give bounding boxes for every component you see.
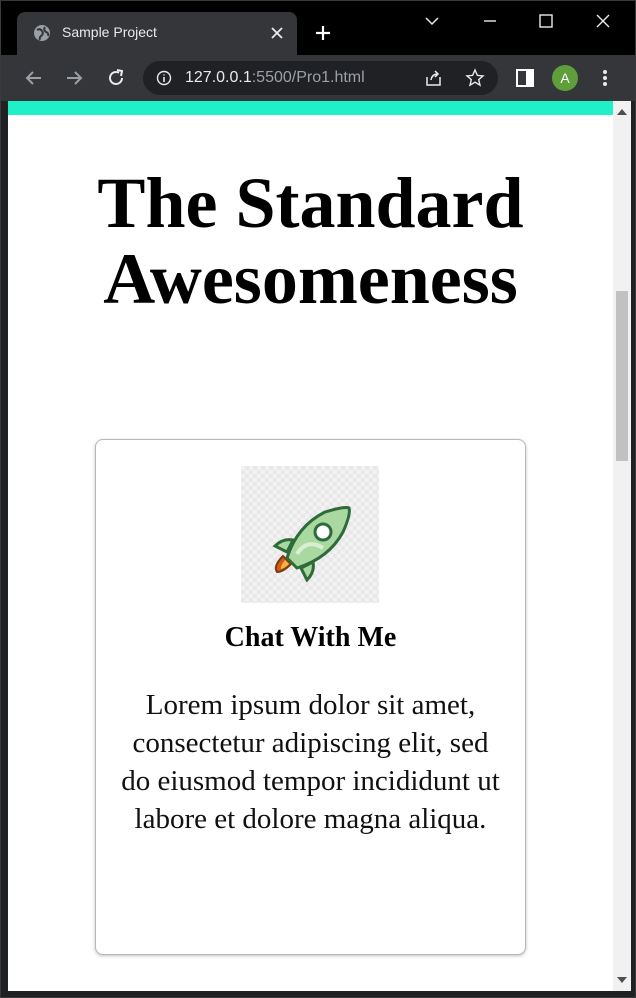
feature-card: Chat With Me Lorem ipsum dolor sit amet,…	[95, 439, 526, 955]
star-icon[interactable]	[465, 68, 485, 88]
forward-arrow-icon[interactable]	[63, 67, 85, 89]
reload-icon[interactable]	[105, 67, 127, 89]
kebab-menu-icon[interactable]	[594, 67, 616, 89]
scrollbar[interactable]	[613, 101, 631, 991]
maximize-icon[interactable]	[536, 11, 556, 31]
url-path: :5500/Pro1.html	[251, 69, 365, 86]
page-viewport: The Standard Awesomeness Chat With Me Lo…	[8, 101, 613, 991]
chevron-down-icon[interactable]	[422, 11, 442, 31]
rocket-icon	[272, 506, 351, 582]
close-icon[interactable]	[269, 25, 285, 41]
url-text: 127.0.0.1:5500/Pro1.html	[185, 69, 365, 87]
scroll-up-arrow-icon[interactable]	[617, 107, 627, 115]
scroll-down-arrow-icon[interactable]	[617, 977, 627, 985]
accent-bar	[8, 101, 613, 115]
scroll-thumb[interactable]	[616, 291, 628, 461]
card-image	[241, 466, 379, 603]
page-title: The Standard Awesomeness	[8, 165, 613, 317]
window-close-icon[interactable]	[593, 11, 613, 31]
avatar[interactable]: A	[552, 65, 578, 91]
plus-icon[interactable]	[313, 23, 333, 43]
page-title-line-1: The Standard	[97, 163, 524, 243]
info-icon[interactable]	[156, 70, 172, 86]
card-text: Lorem ipsum dolor sit amet, consectetur …	[121, 689, 500, 835]
minimize-icon[interactable]	[480, 11, 500, 31]
address-bar[interactable]: 127.0.0.1:5500/Pro1.html	[143, 61, 498, 95]
globe-icon	[34, 25, 50, 41]
sidepanel-icon[interactable]	[514, 67, 536, 89]
card-title: Chat With Me	[224, 622, 397, 653]
title-bar: Sample Project	[1, 1, 635, 55]
tab-title: Sample Project	[62, 24, 157, 40]
browser-toolbar: 127.0.0.1:5500/Pro1.html A	[1, 55, 635, 101]
page-title-line-2: Awesomeness	[103, 239, 518, 319]
url-host: 127.0.0.1	[185, 69, 252, 86]
share-icon[interactable]	[424, 69, 444, 87]
browser-tab[interactable]: Sample Project	[17, 12, 297, 55]
back-arrow-icon[interactable]	[23, 67, 45, 89]
browser-window: Sample Project 127.0.0.1:5500/Pro1.html …	[0, 0, 636, 998]
